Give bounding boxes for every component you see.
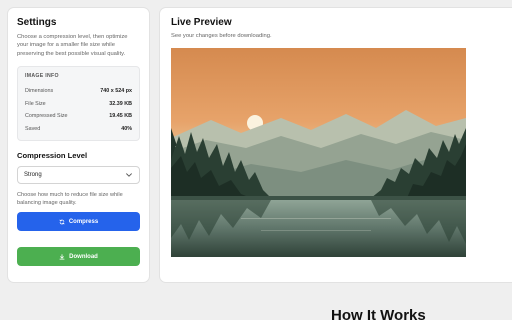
preview-title: Live Preview xyxy=(171,17,232,28)
preview-description: See your changes before downloading. xyxy=(171,33,272,39)
info-label: File Size xyxy=(25,100,46,107)
download-button-label: Download xyxy=(69,253,98,260)
compress-button-label: Compress xyxy=(68,218,99,225)
preview-panel: Live Preview See your changes before dow… xyxy=(159,7,512,283)
info-value: 32.39 KB xyxy=(109,100,132,107)
info-label: Dimensions xyxy=(25,88,54,95)
info-value: 19.45 KB xyxy=(109,113,132,120)
compress-button[interactable]: Compress xyxy=(17,212,140,232)
compression-level-select[interactable]: Strong xyxy=(17,166,140,185)
compression-hint: Choose how much to reduce file size whil… xyxy=(17,192,123,207)
settings-title: Settings xyxy=(17,17,57,28)
settings-description: Choose a compression level, then optimiz… xyxy=(17,34,128,57)
landscape-illustration xyxy=(171,48,466,257)
compression-level-value: Strong xyxy=(24,172,42,179)
compression-level-label: Compression Level xyxy=(17,151,88,161)
image-info-heading: IMAGE INFO xyxy=(25,73,59,80)
download-button[interactable]: Download xyxy=(17,247,140,267)
info-row-dimensions: Dimensions 740 x 524 px xyxy=(25,85,132,98)
info-row-file-size: File Size 32.39 KB xyxy=(25,98,132,111)
how-it-works-heading: How It Works xyxy=(331,307,426,320)
download-icon xyxy=(59,254,65,260)
info-row-compressed-size: Compressed Size 19.45 KB xyxy=(25,110,132,123)
info-value: 40% xyxy=(121,125,132,132)
preview-image xyxy=(171,48,466,257)
image-info-box: IMAGE INFO Dimensions 740 x 524 px File … xyxy=(17,66,140,142)
info-row-saved: Saved 40% xyxy=(25,123,132,136)
info-value: 740 x 524 px xyxy=(100,88,132,95)
info-label: Compressed Size xyxy=(25,113,68,120)
settings-panel: Settings Choose a compression level, the… xyxy=(7,7,150,283)
refresh-icon xyxy=(59,219,65,225)
chevron-down-icon xyxy=(126,173,132,177)
info-label: Saved xyxy=(25,125,41,132)
